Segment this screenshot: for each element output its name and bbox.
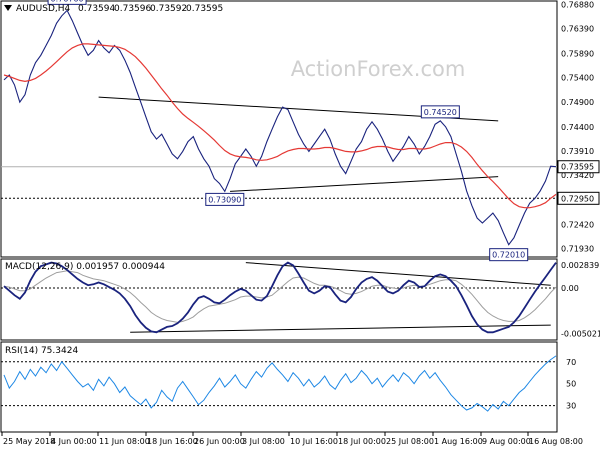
- xtick-label-3: 18 Jun 16:00: [147, 437, 198, 446]
- price-ytick-1: 0.76390: [561, 25, 594, 34]
- annotation-label-2: 0.74520: [424, 108, 457, 117]
- xtick-label-4: 26 Jun 00:00: [194, 437, 245, 446]
- price-ytick-4: 0.74900: [561, 98, 594, 107]
- rsi-title: RSI(14) 75.3424: [5, 346, 78, 356]
- watermark: ActionForex.com: [291, 57, 466, 81]
- xtick-label-10: 9 Aug 00:00: [482, 437, 531, 446]
- macd-title: MACD(12,26,9) 0.001957 0.000944: [5, 262, 165, 272]
- price-ytick-5: 0.74400: [561, 123, 594, 132]
- xtick-label-8: 25 Jul 08:00: [386, 437, 434, 446]
- price-ytick-10: 0.71930: [561, 245, 594, 254]
- annotation-label-1: 0.73090: [208, 195, 241, 204]
- price-ytick-9: 0.72420: [561, 220, 594, 229]
- chart-root: ActionForex.com 0.76880 0.76390 0.75890 0.7…: [0, 0, 600, 450]
- price-panel-frame: [0, 0, 558, 258]
- xtick-label-9: 1 Aug 16:00: [434, 437, 483, 446]
- symbol-label: AUDUSD,H4: [16, 4, 71, 14]
- price-ytick-6: 0.73910: [561, 147, 594, 156]
- price-ytick-0: 0.76880: [561, 0, 594, 9]
- ohlc-open: 0.73594: [78, 4, 115, 14]
- ohlc-low: 0.73592: [150, 4, 187, 14]
- xtick-label-1: 4 Jun 00:00: [51, 437, 97, 446]
- macd-ytick-1: 0.00: [561, 284, 579, 293]
- support-level-label: 0.72950: [561, 194, 594, 203]
- ohlc-high: 0.73596: [114, 4, 151, 14]
- xtick-label-0: 25 May 2018: [3, 437, 55, 446]
- y-axis-labels: 0.76880 0.76390 0.75890 0.75400 0.74900 0.744…: [557, 0, 600, 411]
- x-axis-labels: 25 May 20184 Jun 00:00 11 Jun 08:0018 Jun…: [1, 432, 583, 446]
- macd-ytick-2: -0.005021: [561, 329, 600, 338]
- annotation-label-0: 0.76760: [51, 0, 84, 3]
- last-price-label: 0.73595: [561, 163, 594, 172]
- xtick-label-5: 3 Jul 08:00: [242, 437, 285, 446]
- rsi-panel-frame: [0, 341, 558, 433]
- price-ytick-3: 0.75400: [561, 73, 594, 82]
- rsi-ytick-1: 50: [566, 380, 576, 389]
- xtick-label-7: 18 Jul 00:00: [338, 437, 386, 446]
- macd-ytick-0: 0.002839: [561, 261, 599, 270]
- annotation-label-3: 0.72010: [492, 251, 525, 260]
- xtick-label-11: 16 Aug 08:00: [529, 437, 583, 446]
- xtick-label-2: 11 Jun 08:00: [99, 437, 150, 446]
- price-ytick-2: 0.75890: [561, 49, 594, 58]
- ohlc-close: 0.73595: [186, 4, 223, 14]
- rsi-ytick-0: 70: [566, 358, 576, 367]
- price-title: AUDUSD,H4 0.73594 0.73596 0.73592 0.7359…: [4, 4, 223, 14]
- rsi-ytick-2: 30: [566, 402, 576, 411]
- xtick-label-6: 10 Jul 16:00: [290, 437, 338, 446]
- chart-canvas: ActionForex.com 0.768800.763900.758900.7…: [0, 0, 600, 446]
